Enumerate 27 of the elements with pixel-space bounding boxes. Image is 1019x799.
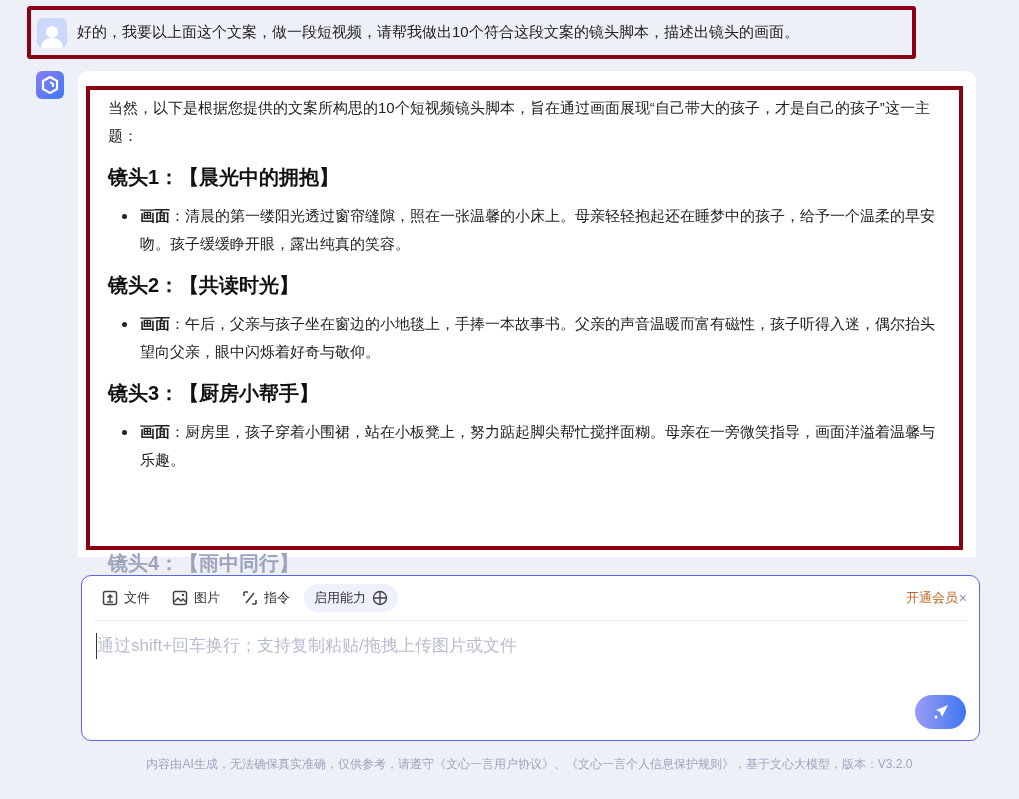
tool-button[interactable]: 图片 [164, 584, 228, 612]
bot-avatar-icon [36, 71, 64, 99]
image-icon [172, 590, 188, 606]
bullet-icon [122, 322, 127, 327]
tool-button[interactable]: 文件 [94, 584, 158, 612]
ability-button[interactable]: 启用能力 [304, 584, 398, 612]
shot-heading: 镜头3：【厨房小帮手】 [108, 381, 321, 406]
send-icon [932, 704, 949, 720]
faded-heading: 镜头4：【雨中同行】 [108, 551, 300, 575]
bullet-icon [122, 430, 127, 435]
intro-paragraph: 当然，以下是根据您提供的文案所构思的10个短视频镜头脚本，旨在通过画面展现“自己带大的孩子，才是自己的孩子”这一主题： [108, 98, 931, 146]
shot-description: 画面：午后，父亲与孩子坐在窗边的小地毯上，手捧一本故事书。父亲的声音温暖而富有磁性，孩子听得入迷，偶尔抬头望向父亲，眼中闪烁着好奇与敬仰。 [140, 314, 935, 362]
slash-icon [242, 590, 258, 606]
upload-icon [102, 590, 118, 606]
disclaimer-text: 内容由AI生成，无法确保真实准确，仅供参考，请遵守《文心一言用户协议》、《文心一言个人信息保护规则》，基于文心大模型，版本：V3.2.0 [145, 756, 914, 773]
user-avatar-icon [37, 17, 67, 48]
tool-button[interactable]: 指令 [234, 584, 298, 612]
message-input[interactable]: 通过shift+回车换行；支持复制粘贴/拖拽上传图片或文件 [96, 633, 965, 659]
shot-heading: 镜头2：【共读时光】 [108, 273, 301, 298]
send-button[interactable] [915, 695, 966, 729]
shot-description: 画面：清晨的第一缕阳光透过窗帘缝隙，照在一张温馨的小床上。母亲轻轻抱起还在睡梦中的孩子，给予一个温柔的早安吻。孩子缓缓睁开眼，露出纯真的笑容。 [140, 206, 935, 254]
user-message: 好的，我要以上面这个文案，做一段短视频，请帮我做出10个符合这段文案的镜头脚本，描述出镜头的画面。 [77, 22, 799, 43]
bullet-icon [122, 214, 127, 219]
shot-heading: 镜头1：【晨光中的拥抱】 [108, 165, 341, 190]
shot-description: 画面：厨房里，孩子穿着小围裙，站在小板凳上，努力踮起脚尖帮忙搅拌面糊。母亲在一旁微笑指导，画面洋溢着温馨与乐趣。 [140, 422, 935, 470]
membership-link[interactable]: 开通会员 [905, 588, 958, 608]
globe-icon [372, 590, 388, 606]
